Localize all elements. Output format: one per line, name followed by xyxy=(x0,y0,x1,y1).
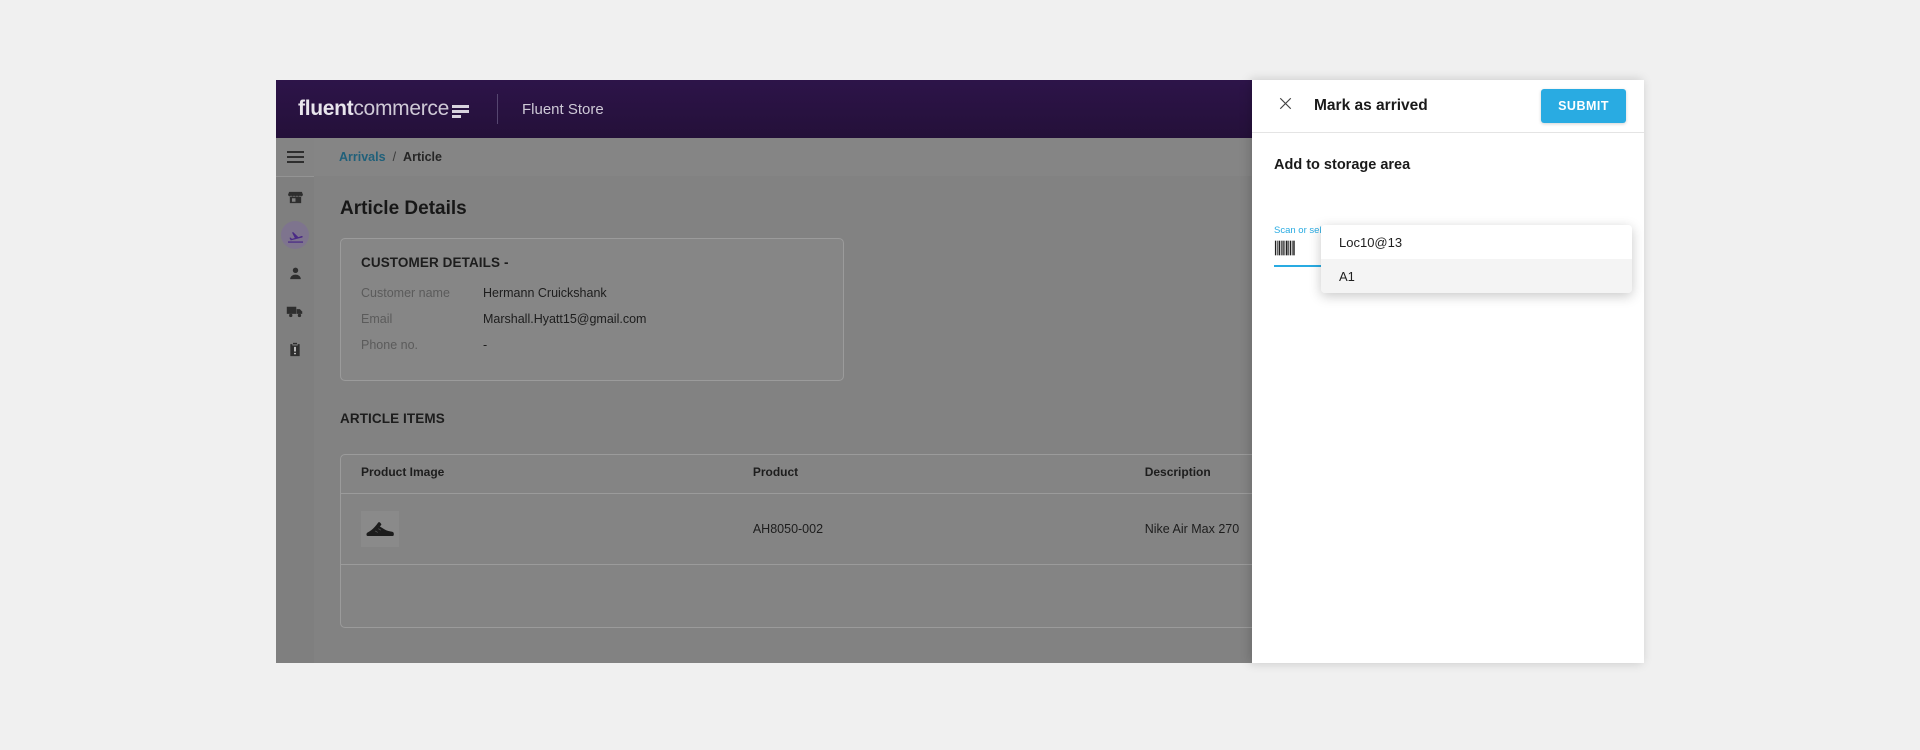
hamburger-menu-icon xyxy=(287,148,304,166)
submit-button[interactable]: SUBMIT xyxy=(1541,89,1626,123)
customer-details-card: CUSTOMER DETAILS - Customer name Hermann… xyxy=(340,238,844,381)
breadcrumb-separator: / xyxy=(393,150,396,164)
breadcrumb-link-arrivals[interactable]: Arrivals xyxy=(339,150,386,164)
modal-title: Mark as arrived xyxy=(1314,97,1428,115)
value-customer-name: Hermann Cruickshank xyxy=(483,284,607,302)
detail-row-customer-name: Customer name Hermann Cruickshank xyxy=(361,284,843,302)
column-header-product: Product xyxy=(733,455,1125,494)
sidebar-item-tasks[interactable] xyxy=(276,331,314,367)
label-customer-name: Customer name xyxy=(361,284,483,302)
clipboard-alert-icon xyxy=(287,341,303,358)
label-phone-no: Phone no. xyxy=(361,336,483,354)
modal-body: Add to storage area Scan or select stora… xyxy=(1252,133,1644,173)
sneaker-thumbnail-icon xyxy=(361,511,399,547)
modal-header: Mark as arrived SUBMIT xyxy=(1252,80,1644,133)
value-phone-no: - xyxy=(483,336,487,354)
cell-empty-2 xyxy=(733,565,1125,627)
logo-bars-icon xyxy=(452,105,469,118)
truck-icon xyxy=(286,302,305,321)
fluent-commerce-logo[interactable]: fluentcommerce xyxy=(298,97,469,121)
header-divider xyxy=(497,94,498,124)
detail-row-phone: Phone no. - xyxy=(361,336,843,354)
cell-product-image xyxy=(341,494,733,565)
detail-row-email: Email Marshall.Hyatt15@gmail.com xyxy=(361,310,843,328)
cell-product-code: AH8050-002 xyxy=(733,494,1125,565)
label-email: Email xyxy=(361,310,483,328)
value-email: Marshall.Hyatt15@gmail.com xyxy=(483,310,646,328)
sidebar-icon-rail xyxy=(276,138,314,663)
cell-empty-1 xyxy=(341,565,733,627)
sidebar-item-arrivals[interactable] xyxy=(276,217,314,253)
sidebar-item-shipments[interactable] xyxy=(276,293,314,329)
storage-area-dropdown: Loc10@13 A1 xyxy=(1321,225,1632,293)
breadcrumb: Arrivals / Article xyxy=(339,150,442,164)
customer-details-heading: CUSTOMER DETAILS - xyxy=(361,255,843,270)
close-button[interactable] xyxy=(1274,95,1296,117)
person-icon xyxy=(287,265,304,282)
dropdown-option-a1[interactable]: A1 xyxy=(1321,259,1632,293)
flight-landing-icon xyxy=(286,226,305,245)
store-name-label: Fluent Store xyxy=(522,101,604,118)
close-icon xyxy=(1278,96,1293,116)
mark-as-arrived-panel: Mark as arrived SUBMIT Add to storage ar… xyxy=(1252,80,1644,663)
sidebar-item-store[interactable] xyxy=(276,179,314,215)
dropdown-option-loc10-13[interactable]: Loc10@13 xyxy=(1321,225,1632,259)
logo-text-bold: fluent xyxy=(298,97,353,120)
sidebar-item-customers[interactable] xyxy=(276,255,314,291)
logo-text: fluentcommerce xyxy=(298,97,449,121)
breadcrumb-current-article: Article xyxy=(403,150,442,164)
logo-text-light: commerce xyxy=(353,97,449,120)
column-header-product-image: Product Image xyxy=(341,455,733,494)
hamburger-menu-button[interactable] xyxy=(276,138,314,177)
store-icon xyxy=(287,189,304,206)
add-to-storage-area-heading: Add to storage area xyxy=(1274,157,1622,173)
